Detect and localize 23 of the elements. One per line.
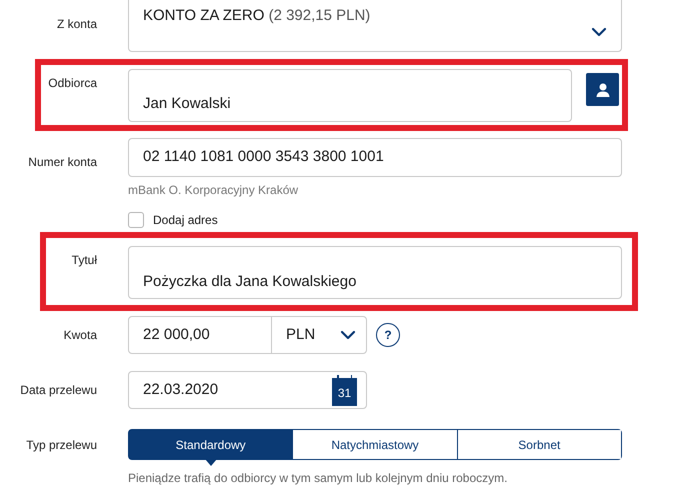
field-label: Data przelewu — [20, 383, 97, 397]
field-label: Kwota — [64, 328, 97, 342]
help-icon[interactable]: ? — [376, 323, 400, 347]
transfer-type-tab[interactable]: Sorbnet — [456, 430, 621, 459]
title-field[interactable]: Pożyczka dla Jana Kowalskiego — [128, 246, 622, 299]
calendar-button[interactable]: 31 — [332, 378, 357, 406]
field-label: Z konta — [56, 17, 97, 31]
add-address-label: Dodaj adres — [153, 212, 218, 229]
transfer-note: Pieniądze trafią do odbiorcy w tym samym lub kolejnym dniu roboczym. — [128, 471, 508, 485]
bank-name: mBank O. Korporacyjny Kraków — [128, 182, 300, 198]
recipient-field[interactable]: Jan Kowalski — [128, 69, 572, 122]
account-name: KONTO ZA ZERO (2 392,15 PLN) — [143, 6, 370, 26]
date-field[interactable]: 22.03.2020 31 — [128, 371, 367, 409]
field-label: Tytuł — [72, 253, 97, 267]
field-label: Numer konta — [28, 155, 97, 169]
field-label: Typ przelewu — [26, 438, 97, 452]
account-select[interactable]: KONTO ZA ZERO (2 392,15 PLN) — [128, 0, 622, 52]
account-number-field[interactable]: 02 1140 1081 0000 3543 3800 1001 — [128, 138, 622, 177]
person-icon — [594, 82, 610, 98]
chevron-down-icon — [591, 27, 607, 37]
field-label: Odbiorca — [48, 76, 97, 90]
contacts-button[interactable] — [586, 73, 619, 106]
add-address-checkbox[interactable] — [128, 212, 144, 228]
